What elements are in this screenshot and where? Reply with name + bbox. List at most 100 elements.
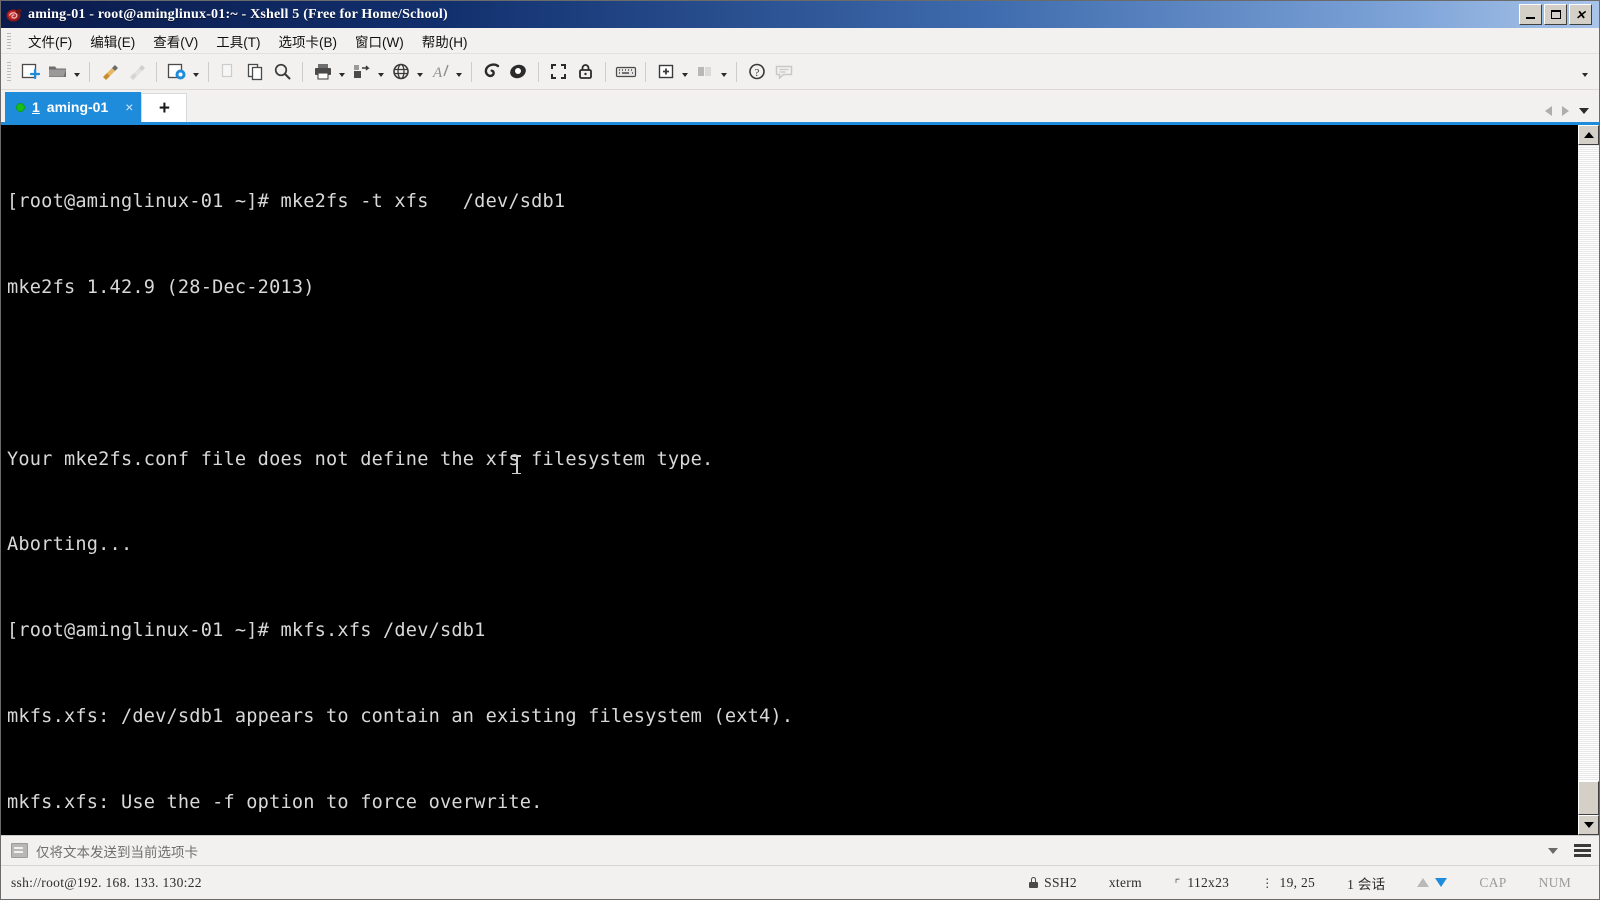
chat-icon[interactable] [770, 59, 797, 85]
svg-text:A: A [432, 65, 443, 81]
globe-icon[interactable] [387, 59, 414, 85]
menu-window[interactable]: 窗口(W) [346, 28, 413, 54]
tab-close-icon[interactable]: × [125, 100, 133, 114]
fullscreen-icon[interactable] [545, 59, 572, 85]
terminal-area: [root@aminglinux-01 ~]# mke2fs -t xfs /d… [1, 122, 1599, 835]
status-terminal-type: xterm [1108, 874, 1142, 890]
tab-list-menu-icon[interactable] [1579, 108, 1589, 114]
status-num-lock: NUM [1538, 874, 1571, 890]
script-record-icon[interactable] [478, 59, 505, 85]
script-run-icon[interactable] [505, 59, 532, 85]
toolbar-grip-handle[interactable] [7, 61, 11, 82]
window-title: aming-01 - root@aminglinux-01:~ - Xshell… [28, 6, 448, 22]
disconnect-icon[interactable] [123, 59, 150, 85]
terminal-line: [root@aminglinux-01 ~]# mkfs.xfs /dev/sd… [7, 620, 486, 642]
send-to-tab-label: 仅将文本发送到当前选项卡 [36, 844, 198, 860]
maximize-button[interactable] [1544, 4, 1567, 25]
tab-index: 1 [32, 99, 40, 115]
toolbar-separator [736, 61, 737, 82]
status-bar: ssh://root@192. 168. 133. 130:22 SSH2 xt… [1, 865, 1599, 899]
svg-text:?: ? [754, 67, 759, 79]
properties-caret-icon[interactable] [190, 59, 202, 85]
screen-size-icon: ⌜ [1173, 875, 1182, 890]
send-to-tab-bar: 仅将文本发送到当前选项卡 [1, 835, 1599, 865]
menu-tools[interactable]: 工具(T) [207, 28, 269, 54]
toolbar-separator [156, 61, 157, 82]
menu-help[interactable]: 帮助(H) [413, 28, 477, 54]
toolbar-separator [208, 61, 209, 82]
tab-bar-controls [1545, 106, 1599, 122]
terminal-line: mke2fs 1.42.9 (28-Dec-2013) [7, 276, 315, 298]
cursor-position-icon: ⋮ [1261, 875, 1274, 890]
terminal-line: Aborting... [7, 534, 133, 556]
print-icon[interactable] [309, 59, 336, 85]
session-tab-aming-01[interactable]: 1 aming-01 × [5, 92, 142, 122]
minimize-button[interactable] [1519, 4, 1542, 25]
new-session-icon[interactable] [17, 59, 44, 85]
new-tab-button[interactable]: + [141, 93, 188, 122]
open-folder-caret-icon[interactable] [71, 59, 83, 85]
add-pane-icon[interactable] [652, 59, 679, 85]
help-icon[interactable]: ? [743, 59, 770, 85]
menu-grip-handle[interactable] [7, 32, 11, 49]
status-protocol: SSH2 [1013, 875, 1093, 891]
upload-arrow-icon [1417, 878, 1430, 887]
status-protocol-label: SSH2 [1044, 874, 1077, 890]
xshell-rose-icon [5, 6, 23, 24]
menu-edit[interactable]: 编辑(E) [81, 28, 144, 54]
send-to-tab-caret-icon[interactable] [1548, 847, 1558, 854]
toolbar-separator [89, 61, 90, 82]
terminal-screen[interactable]: [root@aminglinux-01 ~]# mke2fs -t xfs /d… [1, 125, 1577, 835]
menu-bar: 文件(F) 编辑(E) 查看(V) 工具(T) 选项卡(B) 窗口(W) 帮助(… [1, 28, 1599, 54]
transfer-icon[interactable] [348, 59, 375, 85]
status-right-group: SSH2 xterm ⌜ 112x23 ⋮ 19, 25 1 会话 CAP NU… [1013, 873, 1587, 893]
lock-icon[interactable] [572, 59, 599, 85]
send-to-tab-icon [11, 843, 28, 858]
toolbar-separator [645, 61, 646, 82]
hamburger-menu-icon[interactable] [1574, 844, 1591, 857]
paste-icon[interactable] [242, 59, 269, 85]
font-caret-icon[interactable] [453, 59, 465, 85]
connect-icon[interactable] [96, 59, 123, 85]
terminal-line: mkfs.xfs: /dev/sdb1 appears to contain a… [7, 705, 794, 727]
layout-icon[interactable] [691, 59, 718, 85]
title-bar: aming-01 - root@aminglinux-01:~ - Xshell… [1, 1, 1599, 28]
terminal-vertical-scrollbar[interactable] [1577, 125, 1599, 835]
tab-scroll-left-icon[interactable] [1545, 106, 1552, 116]
menu-tabs[interactable]: 选项卡(B) [270, 28, 347, 54]
tab-label: aming-01 [46, 99, 109, 115]
properties-gear-icon[interactable] [163, 59, 190, 85]
copy-icon[interactable] [215, 59, 242, 85]
close-button[interactable]: ✕ [1569, 4, 1592, 25]
menu-file[interactable]: 文件(F) [19, 28, 81, 54]
secure-lock-icon [1029, 877, 1039, 888]
status-cursor-label: 19, 25 [1279, 874, 1316, 890]
font-icon[interactable]: A [426, 59, 453, 85]
globe-caret-icon[interactable] [414, 59, 426, 85]
scrollbar-up-button[interactable] [1578, 125, 1599, 145]
find-icon[interactable] [269, 59, 296, 85]
scrollbar-track[interactable] [1578, 145, 1599, 781]
status-connection-url: ssh://root@192. 168. 133. 130:22 [11, 874, 202, 890]
scrollbar-thumb[interactable] [1578, 781, 1599, 815]
toolbar-overflow-caret-icon[interactable] [1579, 59, 1591, 85]
toolbar-separator [538, 61, 539, 82]
toolbar-separator [605, 61, 606, 82]
tab-scroll-right-icon[interactable] [1562, 106, 1569, 116]
status-caps-lock: CAP [1479, 874, 1507, 890]
toolbar-separator [471, 61, 472, 82]
keyboard-icon[interactable] [612, 59, 639, 85]
terminal-line: Your mke2fs.conf file does not define th… [7, 448, 714, 470]
layout-caret-icon[interactable] [718, 59, 730, 85]
transfer-caret-icon[interactable] [375, 59, 387, 85]
open-folder-icon[interactable] [44, 59, 71, 85]
window-controls: ✕ [1519, 4, 1597, 25]
scrollbar-down-button[interactable] [1578, 815, 1599, 835]
print-caret-icon[interactable] [336, 59, 348, 85]
download-arrow-icon [1435, 878, 1448, 887]
menu-view[interactable]: 查看(V) [144, 28, 207, 54]
xshell-window: aming-01 - root@aminglinux-01:~ - Xshell… [0, 0, 1600, 900]
add-pane-caret-icon[interactable] [679, 59, 691, 85]
toolbar-separator [302, 61, 303, 82]
